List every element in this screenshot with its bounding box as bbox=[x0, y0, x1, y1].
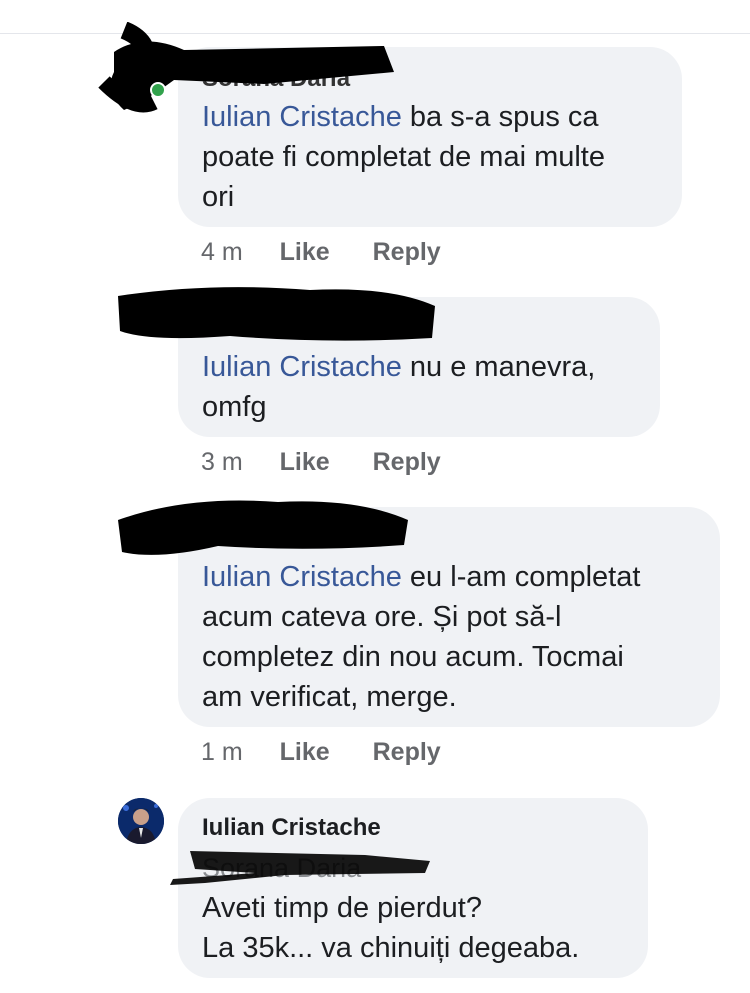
comment-meta: 4 m Like Reply bbox=[201, 238, 441, 267]
comment-line: omfg bbox=[202, 391, 267, 423]
reply-button[interactable]: Reply bbox=[373, 238, 441, 267]
comment-time[interactable]: 3 m bbox=[201, 448, 243, 477]
comment-line: Aveti timp de pierdut? bbox=[202, 892, 482, 924]
comment-meta: 3 m Like Reply bbox=[201, 448, 441, 477]
user-avatar-icon[interactable] bbox=[118, 798, 164, 844]
comment-meta: 1 m Like Reply bbox=[201, 738, 441, 767]
comment-text: Iulian Cristache ba s-a spus ca poate fi… bbox=[202, 97, 664, 217]
comment-author[interactable]: Sorana Daria bbox=[202, 525, 350, 553]
comment-text: Iulian Cristache nu e manevra, omfg bbox=[202, 347, 642, 427]
comment-time[interactable]: 1 m bbox=[201, 738, 243, 767]
like-button[interactable]: Like bbox=[280, 738, 330, 767]
mention-link[interactable]: Sorana Daria bbox=[202, 853, 361, 883]
comment-line: La 35k... va chinuiți degeaba. bbox=[202, 932, 580, 964]
online-status-icon bbox=[150, 82, 166, 98]
comment-line: eu l-am completat bbox=[401, 561, 641, 593]
comment-line: ba s-a spus ca bbox=[401, 101, 599, 133]
comment-line: nu e manevra, bbox=[401, 351, 596, 383]
mention-link[interactable]: Iulian Cristache bbox=[202, 351, 402, 383]
comment-text: Iulian Cristache eu l-am completat acum … bbox=[202, 557, 702, 717]
comment-author[interactable]: Sorana Daria bbox=[202, 65, 350, 93]
comment-line: ori bbox=[202, 181, 235, 213]
comment-line: completez din nou acum. Tocmai bbox=[202, 641, 624, 673]
comment-line: acum cateva ore. Și pot să-l bbox=[202, 601, 562, 633]
reply-button[interactable]: Reply bbox=[373, 738, 441, 767]
comment-text: Sorana Daria Aveti timp de pierdut? La 3… bbox=[202, 848, 630, 968]
reply-button[interactable]: Reply bbox=[373, 448, 441, 477]
comment-bubble: Sorana Daria Iulian Cristache nu e manev… bbox=[178, 297, 660, 437]
like-button[interactable]: Like bbox=[280, 448, 330, 477]
comment-bubble: Sorana Daria Iulian Cristache eu l-am co… bbox=[178, 507, 720, 727]
comment-bubble: Iulian Cristache Sorana Daria Aveti timp… bbox=[178, 798, 648, 978]
comment-bubble: Sorana Daria Iulian Cristache ba s-a spu… bbox=[178, 47, 682, 227]
top-divider bbox=[0, 33, 750, 34]
mention-link[interactable]: Iulian Cristache bbox=[202, 561, 402, 593]
comment-line: am verificat, merge. bbox=[202, 681, 457, 713]
comment-line: poate fi completat de mai multe bbox=[202, 141, 605, 173]
like-button[interactable]: Like bbox=[280, 238, 330, 267]
mention-link[interactable]: Iulian Cristache bbox=[202, 101, 402, 133]
comment-author[interactable]: Sorana Daria bbox=[202, 315, 350, 343]
comment-author[interactable]: Iulian Cristache bbox=[202, 814, 381, 842]
comment-time[interactable]: 4 m bbox=[201, 238, 243, 267]
